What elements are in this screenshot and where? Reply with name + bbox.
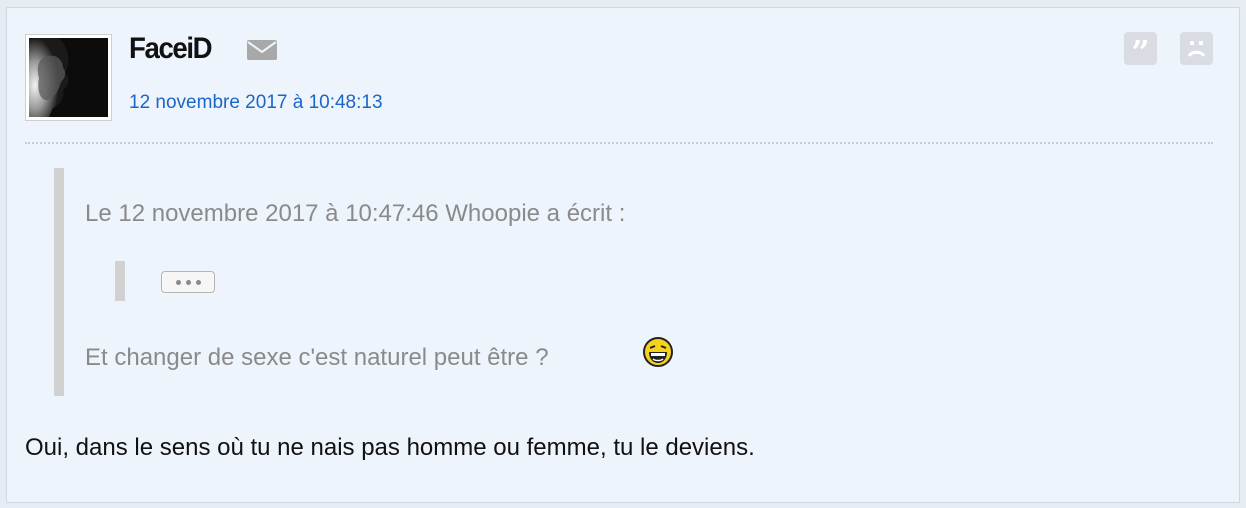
quote-icon: ” xyxy=(1131,33,1149,65)
author-name[interactable]: FaceiD xyxy=(129,34,213,64)
ellipsis-icon xyxy=(175,279,181,285)
quoted-message: Le 12 novembre 2017 à 10:47:46 Whoopie a… xyxy=(54,168,1154,396)
author-avatar[interactable] xyxy=(25,34,112,121)
sad-face-icon xyxy=(1187,41,1206,57)
header-separator xyxy=(25,142,1213,144)
report-button[interactable] xyxy=(1180,32,1213,65)
forum-post: FaceiD 12 novembre 2017 à 10:48:13 ” Le … xyxy=(6,7,1240,503)
post-body-text: Oui, dans le sens où tu ne nais pas homm… xyxy=(25,434,755,461)
nested-quote xyxy=(115,261,225,301)
expand-quote-button[interactable] xyxy=(161,271,215,293)
laughing-smiley-icon xyxy=(643,337,673,367)
svg-text:”: ” xyxy=(1131,33,1149,65)
quote-button[interactable]: ” xyxy=(1124,32,1157,65)
quote-header: Le 12 novembre 2017 à 10:47:46 Whoopie a… xyxy=(85,200,626,227)
avatar-image xyxy=(29,38,108,117)
quote-text: Et changer de sexe c'est naturel peut êt… xyxy=(85,344,549,371)
ellipsis-icon xyxy=(185,279,191,285)
post-date-link[interactable]: 12 novembre 2017 à 10:48:13 xyxy=(129,92,383,114)
ellipsis-icon xyxy=(195,279,201,285)
envelope-icon[interactable] xyxy=(247,40,277,60)
